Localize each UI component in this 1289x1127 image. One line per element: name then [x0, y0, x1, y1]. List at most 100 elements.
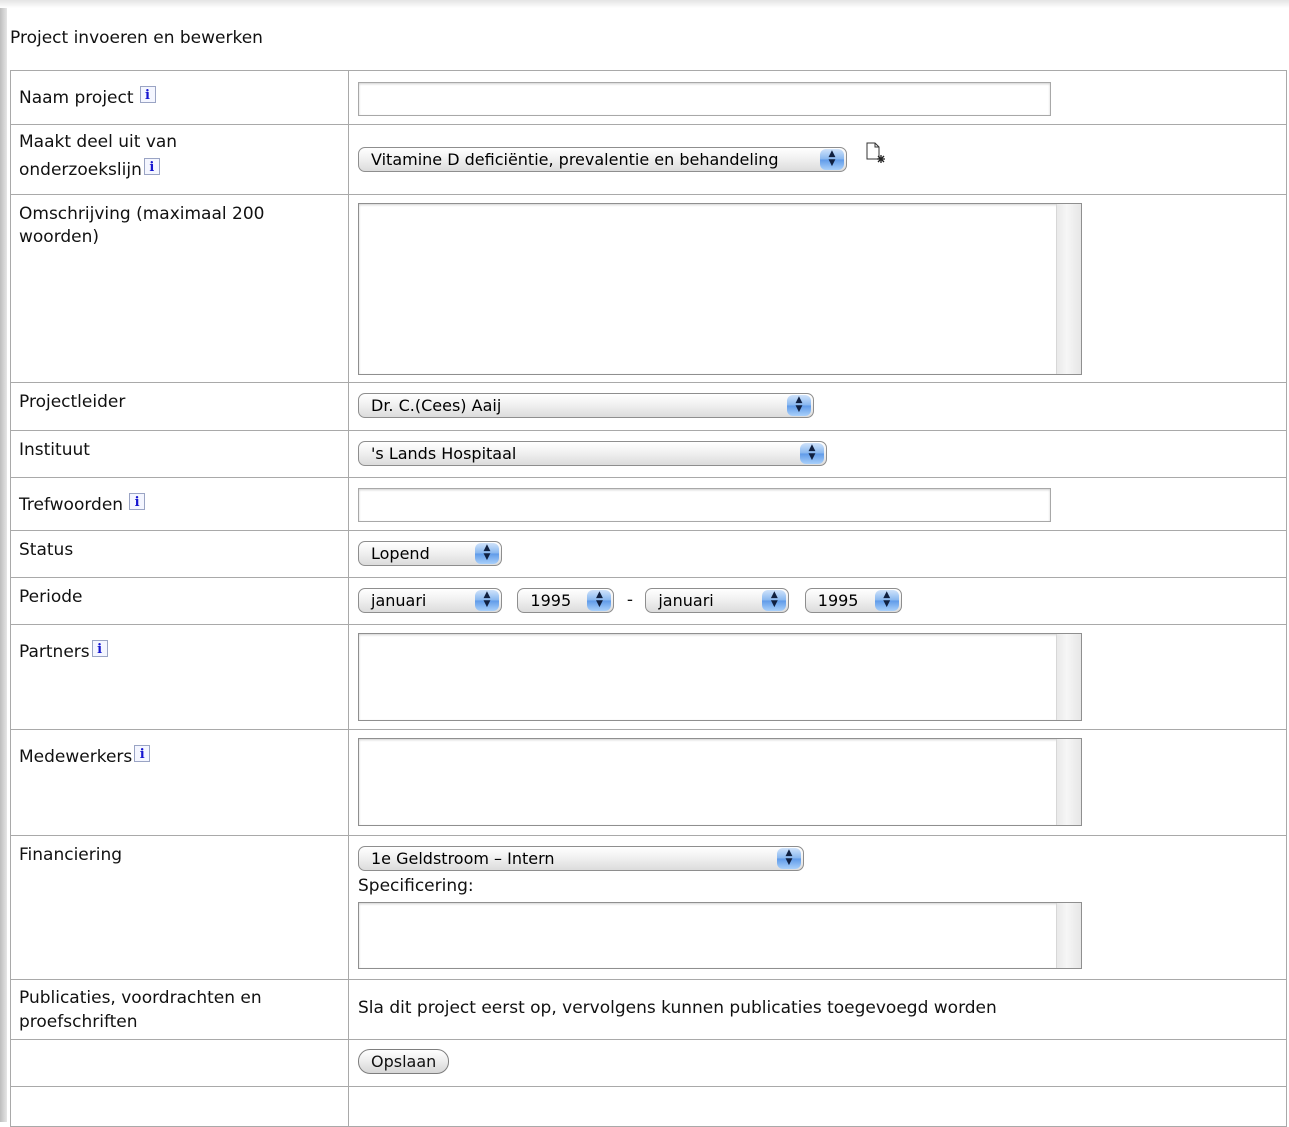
label-cell: Periode	[10, 577, 349, 625]
field-cell	[348, 477, 1287, 531]
row-instituut: Instituut 's Lands Hospitaal ▲ ▼	[10, 430, 1287, 478]
publicaties-note: Sla dit project eerst op, vervolgens kun…	[358, 998, 997, 1018]
select-arrows-icon: ▲ ▼	[777, 848, 801, 869]
new-onderzoekslijn-icon[interactable]	[864, 141, 886, 165]
select-arrows-icon: ▲ ▼	[762, 590, 787, 611]
onderzoekslijn-label-line2: onderzoekslijn	[19, 160, 142, 180]
label-cell: Trefwoorden i	[10, 477, 349, 531]
label-cell: Naam project i	[10, 70, 349, 125]
scrollbar[interactable]	[1056, 903, 1081, 968]
row-save: Opslaan	[10, 1039, 1287, 1087]
specificering-label: Specificering:	[358, 876, 474, 896]
select-value: Dr. C.(Cees) Aaij	[371, 396, 502, 415]
label-cell: Instituut	[10, 430, 349, 478]
field-cell	[348, 624, 1287, 730]
select-value: 's Lands Hospitaal	[371, 444, 517, 463]
row-empty	[10, 1086, 1287, 1127]
select-value: 1995	[817, 591, 859, 610]
medewerkers-label: Medewerkers	[19, 747, 133, 767]
select-value: 1995	[530, 591, 572, 610]
row-status: Status Lopend ▲ ▼	[10, 530, 1287, 578]
info-icon[interactable]: i	[139, 86, 156, 103]
label-cell	[10, 1086, 349, 1127]
row-publicaties: Publicaties, voordrachten en proefschrif…	[10, 979, 1287, 1040]
save-button[interactable]: Opslaan	[358, 1049, 450, 1074]
select-value: januari	[658, 591, 714, 610]
financiering-select[interactable]: 1e Geldstroom – Intern ▲ ▼	[358, 846, 804, 871]
field-cell: januari ▲ ▼ 1995 ▲ ▼ - januari ▲ ▼ 1995 ▲ ▼	[348, 577, 1287, 625]
instituut-label: Instituut	[19, 440, 90, 460]
partners-textarea[interactable]	[358, 633, 1082, 721]
field-cell: Opslaan	[348, 1039, 1287, 1087]
select-arrows-icon: ▲ ▼	[787, 395, 811, 416]
field-cell: Lopend ▲ ▼	[348, 530, 1287, 578]
onderzoekslijn-label-line1: Maakt deel uit van	[19, 132, 178, 152]
select-value: januari	[371, 591, 427, 610]
select-arrows-icon: ▲ ▼	[874, 590, 899, 611]
field-cell	[348, 1086, 1287, 1127]
row-partners: Partners i	[10, 624, 1287, 730]
label-cell: Financiering	[10, 835, 349, 980]
scrollbar[interactable]	[1056, 204, 1081, 374]
periode-separator: -	[626, 590, 633, 610]
select-value: Lopend	[371, 544, 430, 563]
row-projectleider: Projectleider Dr. C.(Cees) Aaij ▲ ▼	[10, 382, 1287, 431]
field-cell	[348, 70, 1287, 125]
select-arrows-icon: ▲ ▼	[475, 590, 499, 611]
end-month-select[interactable]: januari ▲ ▼	[645, 588, 790, 613]
select-value: Vitamine D deficiëntie, prevalentie en b…	[371, 150, 779, 169]
label-cell: Medewerkers i	[10, 729, 349, 836]
label-cell: Projectleider	[10, 382, 349, 431]
row-omschrijving: Omschrijving (maximaal 200 woorden)	[10, 194, 1287, 383]
field-cell: Sla dit project eerst op, vervolgens kun…	[348, 979, 1287, 1040]
field-cell: 's Lands Hospitaal ▲ ▼	[348, 430, 1287, 478]
medewerkers-textarea[interactable]	[358, 738, 1082, 826]
field-cell	[348, 194, 1287, 383]
periode-label: Periode	[19, 587, 83, 607]
row-trefwoorden: Trefwoorden i	[10, 477, 1287, 531]
project-form: Naam project i Maakt deel uit van onderzo…	[10, 70, 1287, 1127]
partners-label: Partners	[19, 642, 90, 662]
start-month-select[interactable]: januari ▲ ▼	[358, 588, 502, 613]
select-arrows-icon: ▲ ▼	[475, 543, 499, 564]
info-icon[interactable]: i	[129, 493, 146, 510]
end-year-select[interactable]: 1995 ▲ ▼	[804, 588, 902, 613]
trefwoorden-input[interactable]	[358, 488, 1051, 522]
info-icon[interactable]: i	[134, 745, 151, 762]
status-select[interactable]: Lopend ▲ ▼	[358, 541, 502, 566]
row-financiering: Financiering 1e Geldstroom – Intern ▲ ▼ S…	[10, 835, 1287, 980]
onderzoekslijn-select[interactable]: Vitamine D deficiëntie, prevalentie en b…	[358, 147, 847, 172]
label-cell: Publicaties, voordrachten en proefschrif…	[10, 979, 349, 1040]
omschrijving-label: Omschrijving (maximaal 200 woorden)	[19, 204, 265, 247]
field-cell	[348, 729, 1287, 836]
window-top-edge	[0, 0, 1289, 8]
scrollbar[interactable]	[1056, 739, 1081, 825]
omschrijving-textarea[interactable]	[358, 203, 1082, 375]
instituut-select[interactable]: 's Lands Hospitaal ▲ ▼	[358, 441, 827, 466]
label-cell: Maakt deel uit van onderzoekslijn i	[10, 124, 349, 195]
info-icon[interactable]: i	[91, 640, 108, 657]
window-left-edge	[0, 0, 7, 1122]
row-periode: Periode januari ▲ ▼ 1995 ▲ ▼ - januari ▲ ▼ …	[10, 577, 1287, 625]
select-arrows-icon: ▲ ▼	[820, 149, 844, 170]
row-onderzoekslijn: Maakt deel uit van onderzoekslijn i Vitam…	[10, 124, 1287, 195]
label-cell: Status	[10, 530, 349, 578]
specificering-textarea[interactable]	[358, 902, 1082, 969]
info-icon[interactable]: i	[143, 158, 160, 175]
naam-project-input[interactable]	[358, 82, 1051, 116]
row-medewerkers: Medewerkers i	[10, 729, 1287, 836]
select-arrows-icon: ▲ ▼	[800, 443, 824, 464]
field-cell: Vitamine D deficiëntie, prevalentie en b…	[348, 124, 1287, 195]
start-year-select[interactable]: 1995 ▲ ▼	[517, 588, 615, 613]
status-label: Status	[19, 540, 74, 560]
naam-project-label: Naam project	[19, 88, 134, 108]
row-naam-project: Naam project i	[10, 70, 1287, 125]
financiering-label: Financiering	[19, 845, 123, 865]
projectleider-select[interactable]: Dr. C.(Cees) Aaij ▲ ▼	[358, 393, 814, 418]
label-cell	[10, 1039, 349, 1087]
publicaties-label: Publicaties, voordrachten en proefschrif…	[19, 988, 262, 1032]
field-cell: 1e Geldstroom – Intern ▲ ▼ Specificering:	[348, 835, 1287, 980]
field-cell: Dr. C.(Cees) Aaij ▲ ▼	[348, 382, 1287, 431]
label-cell: Omschrijving (maximaal 200 woorden)	[10, 194, 349, 383]
scrollbar[interactable]	[1056, 634, 1081, 720]
